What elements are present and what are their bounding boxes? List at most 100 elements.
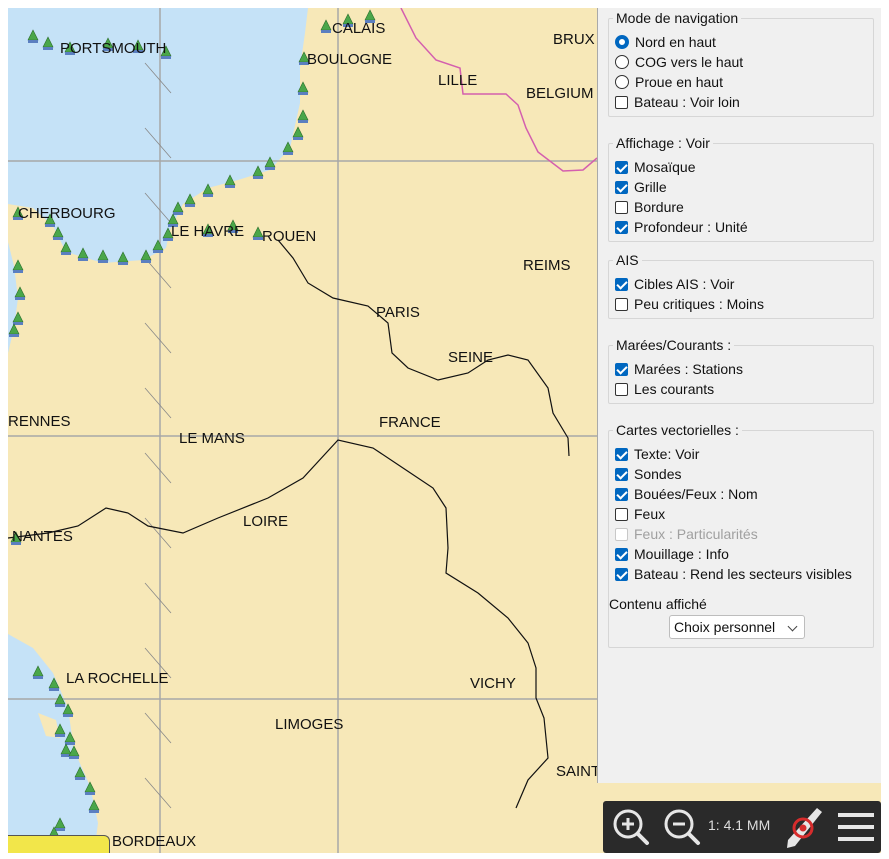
- place-vichy: VICHY: [470, 675, 516, 692]
- place-rouen: ROUEN: [262, 228, 317, 245]
- checkbox-tide-stations[interactable]: Marées : Stations: [615, 360, 743, 378]
- hamburger-menu-icon: [838, 813, 874, 841]
- group-title: AIS: [613, 252, 642, 268]
- zoom-out-button[interactable]: [660, 801, 704, 853]
- checkbox-box: [615, 527, 628, 541]
- checkbox-anchorage-info[interactable]: Mouillage : Info: [615, 545, 729, 563]
- place-cherbourg: CHERBOURG: [18, 205, 116, 222]
- option-label: Cibles AIS : Voir: [634, 276, 735, 292]
- group-title: Mode de navigation: [613, 10, 742, 26]
- checkbox-ais-targets[interactable]: Cibles AIS : Voir: [615, 275, 734, 293]
- checkbox-box[interactable]: [615, 95, 628, 109]
- place-reims: REIMS: [523, 257, 571, 274]
- zoom-out-icon: [664, 809, 700, 845]
- checkbox-low-critical[interactable]: Peu critiques : Moins: [615, 295, 764, 313]
- boat-position-icon: [787, 808, 822, 848]
- option-label: Mouillage : Info: [634, 546, 729, 562]
- checkbox-text-show[interactable]: Texte: Voir: [615, 445, 699, 463]
- displayed-content-label: Contenu affiché: [609, 596, 707, 612]
- place-le-havre: LE HAVRE: [171, 223, 245, 240]
- place-paris: PARIS: [376, 304, 420, 321]
- option-label: Texte: Voir: [634, 446, 700, 462]
- place-brux: BRUX: [553, 31, 595, 48]
- option-label: Feux : Particularités: [634, 526, 758, 542]
- checkbox-box[interactable]: [615, 220, 628, 234]
- checkbox-grid[interactable]: Grille: [615, 178, 667, 196]
- group-title: Marées/Courants :: [613, 337, 735, 353]
- zoom-in-icon: [613, 809, 649, 845]
- group-title: Cartes vectorielles :: [613, 422, 742, 438]
- settings-panel: Mode de navigation Nord en haut COG vers…: [597, 8, 881, 783]
- select-value: Choix personnel: [674, 619, 776, 635]
- option-label: Bordure: [634, 199, 684, 215]
- place-la-rochelle: LA ROCHELLE: [66, 670, 169, 687]
- boat-position-button[interactable]: [781, 801, 827, 853]
- option-label: Mosaïque: [634, 159, 696, 175]
- place-limoges: LIMOGES: [275, 716, 344, 733]
- app-window: PORTSMOUTH CALAIS BOULOGNE BRUX LILLE BE…: [8, 8, 881, 853]
- place-boulogne: BOULOGNE: [307, 51, 393, 68]
- checkbox-box[interactable]: [615, 362, 628, 376]
- place-calais: CALAIS: [332, 20, 386, 37]
- displayed-content-select[interactable]: Choix personnel: [669, 615, 805, 639]
- group-tides-currents: Marées/Courants : Marées : Stations Les …: [608, 337, 874, 404]
- place-saint: SAINT: [556, 763, 601, 780]
- group-display: Affichage : Voir Mosaïque Grille Bordure…: [608, 135, 874, 242]
- group-ais: AIS Cibles AIS : Voir Peu critiques : Mo…: [608, 252, 874, 319]
- checkbox-box[interactable]: [615, 507, 628, 521]
- option-label: Bateau : Voir loin: [634, 94, 740, 110]
- place-loire: LOIRE: [243, 513, 289, 530]
- place-nantes: NANTES: [12, 528, 73, 545]
- place-belgium: BELGIUM: [526, 85, 594, 102]
- checkbox-boat-look-ahead[interactable]: Bateau : Voir loin: [615, 93, 740, 111]
- place-lille: LILLE: [438, 72, 478, 89]
- chevron-down-icon: [787, 621, 798, 632]
- checkbox-currents[interactable]: Les courants: [615, 380, 714, 398]
- radio-north-up[interactable]: Nord en haut: [615, 33, 716, 51]
- checkbox-box[interactable]: [615, 297, 628, 311]
- option-label: Proue en haut: [635, 74, 723, 90]
- group-title: Affichage : Voir: [613, 135, 713, 151]
- group-vector-charts: Cartes vectorielles : Texte: Voir Sondes…: [608, 422, 874, 648]
- option-label: Feux: [634, 506, 666, 522]
- checkbox-lights[interactable]: Feux: [615, 505, 665, 523]
- checkbox-box[interactable]: [615, 160, 628, 174]
- checkbox-border[interactable]: Bordure: [615, 198, 684, 216]
- option-label: Les courants: [634, 381, 715, 397]
- place-le-mans: LE MANS: [179, 430, 245, 447]
- option-label: Nord en haut: [635, 34, 716, 50]
- option-label: Bateau : Rend les secteurs visibles: [634, 566, 852, 582]
- scale-readout: 1: 4.1 MM: [708, 817, 771, 833]
- radio-indicator[interactable]: [615, 35, 629, 49]
- hint-tab[interactable]: [8, 835, 110, 853]
- checkbox-box[interactable]: [615, 547, 628, 561]
- checkbox-box[interactable]: [615, 467, 628, 481]
- checkbox-box[interactable]: [615, 200, 628, 214]
- map-toolbar: 1: 4.1 MM: [603, 801, 881, 853]
- option-label: Grille: [634, 179, 667, 195]
- radio-indicator[interactable]: [615, 55, 629, 69]
- checkbox-box[interactable]: [615, 447, 628, 461]
- option-label: Marées : Stations: [634, 361, 743, 377]
- checkbox-depth-unit[interactable]: Profondeur : Unité: [615, 218, 748, 236]
- place-bordeaux: BORDEAUX: [112, 833, 197, 850]
- radio-indicator[interactable]: [615, 75, 629, 89]
- checkbox-mosaic[interactable]: Mosaïque: [615, 158, 695, 176]
- radio-head-up[interactable]: Proue en haut: [615, 73, 723, 91]
- checkbox-box[interactable]: [615, 567, 628, 581]
- zoom-in-button[interactable]: [609, 801, 653, 853]
- checkbox-box[interactable]: [615, 180, 628, 194]
- checkbox-lights-features: Feux : Particularités: [615, 525, 758, 543]
- checkbox-box[interactable]: [615, 277, 628, 291]
- checkbox-buoys-lights-name[interactable]: Bouées/Feux : Nom: [615, 485, 758, 503]
- menu-button[interactable]: [833, 801, 879, 853]
- option-label: COG vers le haut: [635, 54, 744, 70]
- checkbox-box[interactable]: [615, 382, 628, 396]
- place-france: FRANCE: [379, 414, 441, 431]
- option-label: Peu critiques : Moins: [634, 296, 764, 312]
- radio-cog-up[interactable]: COG vers le haut: [615, 53, 743, 71]
- checkbox-soundings[interactable]: Sondes: [615, 465, 681, 483]
- place-rennes: RENNES: [8, 413, 71, 430]
- checkbox-boat-sectors[interactable]: Bateau : Rend les secteurs visibles: [615, 565, 852, 583]
- checkbox-box[interactable]: [615, 487, 628, 501]
